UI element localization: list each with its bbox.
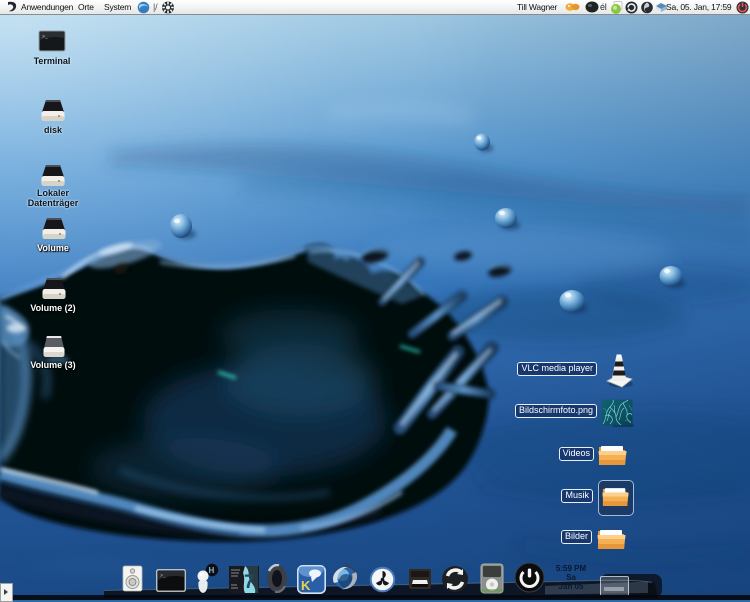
svg-text:7: 7 xyxy=(244,572,255,593)
svg-text:H: H xyxy=(209,566,215,575)
svg-text:>_: >_ xyxy=(160,573,167,579)
svg-text:>_: >_ xyxy=(42,34,49,40)
svg-text:K: K xyxy=(301,578,311,593)
